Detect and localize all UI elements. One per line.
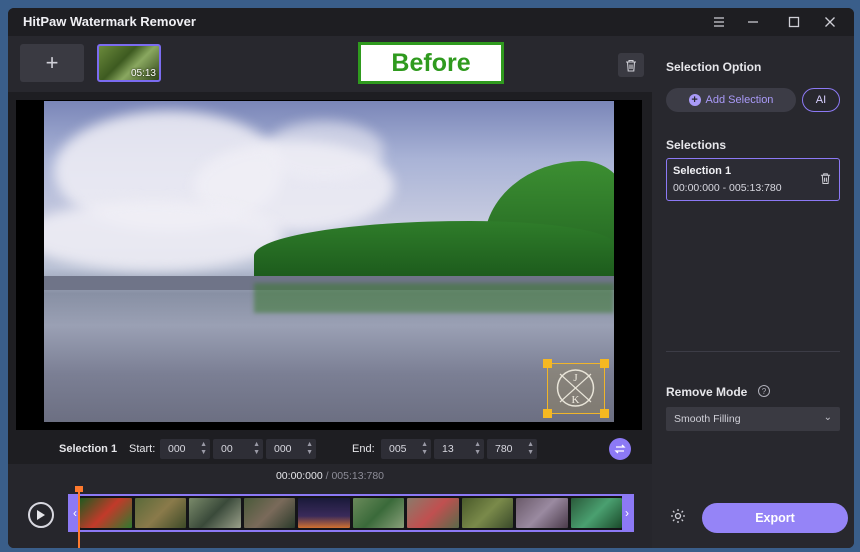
start-hours-stepper[interactable]: 000 ▲ ▼ [160, 439, 210, 459]
timecode: 00:00:000 / 005:13:780 [275, 470, 385, 482]
ai-button[interactable]: AI [802, 88, 840, 112]
play-icon [37, 510, 45, 520]
watermark-logo: J K [556, 369, 595, 407]
end-hours-stepper[interactable]: 005 ▲ ▼ [381, 439, 431, 459]
plus-icon: + [688, 94, 701, 106]
app-window: HitPaw Watermark Remover + 05:13 Before [8, 8, 854, 548]
add-media-button[interactable]: + [20, 44, 84, 82]
swap-icon[interactable] [609, 438, 631, 460]
remove-mode-title: Remove Mode [666, 385, 748, 399]
end-ms-stepper[interactable]: 780 ▲ ▼ [487, 439, 537, 459]
play-button[interactable] [28, 502, 54, 528]
media-toolbar: + 05:13 Before [8, 36, 652, 92]
end-label: End: [352, 443, 375, 455]
selection-option-title: Selection Option [666, 60, 762, 74]
svg-text:K: K [572, 394, 580, 406]
resize-handle[interactable] [543, 409, 552, 418]
video-frame: J K [44, 101, 614, 422]
menu-icon[interactable] [702, 10, 736, 34]
trim-end-handle[interactable]: › [622, 496, 632, 530]
start-label: Start: [129, 443, 156, 455]
divider [666, 351, 840, 352]
delete-selection-icon[interactable] [820, 172, 831, 190]
thumbnail-duration: 05:13 [130, 68, 156, 79]
gear-icon[interactable] [670, 508, 686, 529]
playhead[interactable] [75, 486, 83, 548]
remove-mode-select[interactable]: Smooth Filling ⌄ [666, 407, 840, 431]
app-title: HitPaw Watermark Remover [23, 14, 196, 29]
help-icon[interactable]: ? [758, 385, 770, 397]
selection-time-bar: Selection 1 Start: 000 ▲ ▼ 00 ▲ ▼ 000 ▲ ▼ End:… [8, 434, 652, 464]
maximize-icon[interactable] [777, 10, 811, 34]
current-time: 00:00:000 [275, 470, 323, 482]
selection-card[interactable]: Selection 1 00:00:000 - 005:13:780 [666, 158, 840, 201]
add-selection-button[interactable]: + Add Selection [666, 88, 796, 112]
resize-handle[interactable] [600, 359, 609, 368]
start-ms-stepper[interactable]: 000 ▲ ▼ [266, 439, 316, 459]
minimize-icon[interactable] [736, 10, 770, 34]
right-panel: Selection Option + Add Selection AI Sele… [652, 36, 854, 548]
video-preview: J K [16, 100, 642, 430]
selections-title: Selections [666, 138, 727, 152]
start-minutes-stepper[interactable]: 00 ▲ ▼ [213, 439, 263, 459]
timeline: 00:00:000 / 005:13:780 ‹ › [8, 464, 652, 548]
resize-handle[interactable] [600, 409, 609, 418]
delete-media-icon[interactable] [618, 53, 644, 77]
close-icon[interactable] [813, 10, 847, 34]
total-time: 005:13:780 [331, 470, 385, 482]
selection-card-name: Selection 1 [673, 165, 732, 177]
resize-handle[interactable] [543, 359, 552, 368]
watermark-selection-box[interactable]: J K [543, 359, 609, 418]
end-minutes-stepper[interactable]: 13 ▲ ▼ [434, 439, 484, 459]
before-label: Before [358, 42, 504, 84]
timeline-strip[interactable]: ‹ › [68, 494, 634, 532]
selection-name: Selection 1 [59, 443, 118, 455]
title-bar: HitPaw Watermark Remover [8, 8, 854, 36]
selection-card-range: 00:00:000 - 005:13:780 [673, 182, 782, 194]
chevron-down-icon: ⌄ [823, 412, 832, 423]
svg-text:J: J [573, 372, 578, 384]
export-button[interactable]: Export [702, 503, 848, 533]
video-thumbnail[interactable]: 05:13 [97, 44, 161, 82]
